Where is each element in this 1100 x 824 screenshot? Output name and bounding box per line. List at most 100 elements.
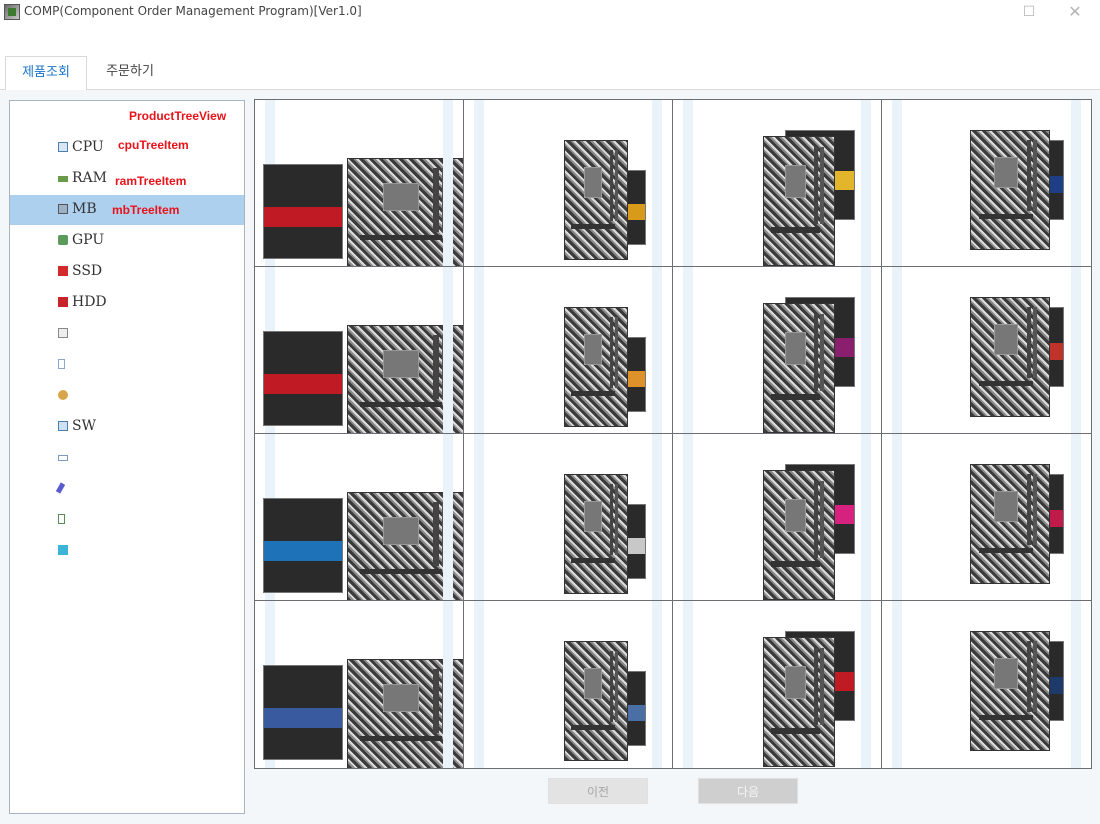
product-cell[interactable] [464, 100, 673, 267]
tree-item-gpu[interactable]: GPU [10, 226, 244, 256]
board-slot2 [442, 668, 449, 734]
motherboard-product-image [970, 631, 1050, 751]
board-slot [1027, 474, 1032, 546]
app-icon [4, 4, 20, 20]
product-cell[interactable] [464, 434, 673, 601]
hdd-icon [58, 297, 68, 307]
product-box-band [264, 373, 342, 395]
power-icon [58, 359, 65, 369]
motherboard-product-image [564, 307, 628, 427]
motherboard-product-image [763, 136, 835, 266]
board-slot2 [614, 484, 618, 556]
board-slot2 [1033, 307, 1038, 379]
board-pcie [571, 724, 615, 731]
board-socket [383, 349, 419, 378]
ram-icon [58, 176, 68, 182]
tree-item-ssd[interactable]: SSD [10, 257, 244, 287]
motherboard-product-image [564, 641, 628, 761]
tree-item-label: HDD [72, 294, 107, 310]
board-socket [383, 683, 419, 712]
board-slot2 [442, 334, 449, 400]
tree-item-speaker[interactable] [10, 505, 244, 535]
tab-bar: 제품조회 주문하기 [0, 56, 1100, 91]
motherboard-product-image [564, 140, 628, 260]
product-cell[interactable] [255, 434, 464, 601]
board-slot2 [1033, 140, 1038, 212]
root-icon [90, 110, 100, 120]
board-socket [785, 499, 806, 533]
motherboard-product-image [347, 158, 463, 266]
board-pcie [978, 213, 1034, 220]
annotation-tree-view: ProductTreeView [129, 109, 227, 123]
board-pcie [978, 380, 1034, 387]
board-slot [814, 481, 818, 559]
tree-item-cooler[interactable] [10, 381, 244, 411]
motherboard-product-image [763, 470, 835, 600]
board-slot [609, 150, 613, 222]
product-box-band [264, 540, 342, 562]
product-box-band [264, 707, 342, 729]
tree-item-label: CPU [72, 139, 104, 155]
board-slot2 [614, 150, 618, 222]
board-slot2 [614, 317, 618, 389]
product-cell[interactable] [464, 601, 673, 768]
product-cell[interactable] [673, 267, 882, 434]
product-cell[interactable] [464, 267, 673, 434]
tree-item-case[interactable] [10, 319, 244, 349]
board-slot [1027, 641, 1032, 713]
ssd-icon [58, 266, 68, 276]
board-socket [785, 666, 806, 700]
next-button[interactable]: 다음 [698, 778, 798, 804]
tab-order[interactable]: 주문하기 [90, 56, 170, 90]
board-socket [994, 490, 1018, 522]
maximize-button[interactable]: ☐ [1012, 2, 1046, 22]
product-cell[interactable] [673, 100, 882, 267]
board-socket [583, 333, 603, 365]
product-cell[interactable] [255, 100, 464, 267]
board-slot [432, 501, 439, 567]
tree-item-power[interactable] [10, 350, 244, 380]
board-socket [785, 165, 806, 199]
tree-item-label: SW [72, 418, 96, 434]
motherboard-product-image [970, 464, 1050, 584]
board-slot2 [820, 648, 824, 726]
product-box-image [263, 331, 343, 426]
tree-item-hdd[interactable]: HDD [10, 288, 244, 318]
product-box-band [264, 206, 342, 228]
board-pcie [359, 735, 443, 741]
motherboard-icon [58, 204, 68, 214]
motherboard-product-image [347, 659, 463, 768]
product-cell[interactable] [255, 267, 464, 434]
tab-product-search[interactable]: 제품조회 [5, 56, 87, 91]
board-pcie [978, 714, 1034, 721]
monitor-icon [58, 545, 68, 555]
software-icon [58, 421, 68, 431]
motherboard-product-image [970, 297, 1050, 417]
product-cell[interactable] [673, 601, 882, 768]
board-slot2 [614, 651, 618, 723]
tree-item-mouse[interactable] [10, 474, 244, 504]
board-slot [814, 314, 818, 392]
product-cell[interactable] [882, 267, 1091, 434]
board-socket [785, 332, 806, 366]
tree-item-monitor[interactable] [10, 536, 244, 566]
product-cell[interactable] [255, 601, 464, 768]
motherboard-product-image [347, 325, 463, 433]
board-pcie [571, 223, 615, 230]
close-button[interactable]: ✕ [1058, 2, 1092, 22]
board-slot2 [820, 481, 824, 559]
product-cell[interactable] [882, 434, 1091, 601]
tree-item-keyboard[interactable] [10, 443, 244, 473]
board-socket [583, 500, 603, 532]
board-pcie [771, 226, 820, 233]
board-socket [383, 516, 419, 545]
board-pcie [978, 547, 1034, 554]
product-cell[interactable] [882, 100, 1091, 267]
window-title: COMP(Component Order Management Program)… [24, 4, 362, 18]
tree-item-sw[interactable]: SW [10, 412, 244, 442]
board-slot [432, 167, 439, 233]
product-cell[interactable] [673, 434, 882, 601]
annotation-cpu-item: cpuTreeItem [118, 138, 189, 152]
prev-button[interactable]: 이전 [548, 778, 648, 804]
product-cell[interactable] [882, 601, 1091, 768]
